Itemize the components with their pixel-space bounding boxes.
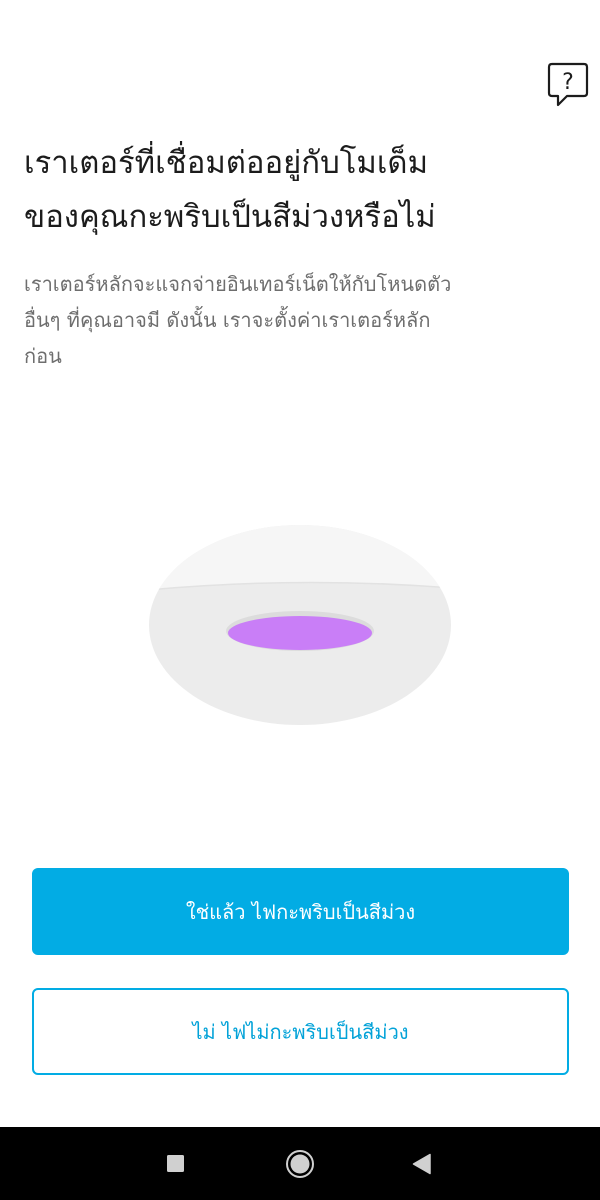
system-navigation-bar (0, 1127, 600, 1200)
yes-button-label: ใช่แล้ว ไฟกะพริบเป็นสีม่วง (185, 899, 416, 924)
circle-home-icon (286, 1149, 314, 1178)
page-title-line-2: ของคุณกะพริบเป็นสีม่วงหรือไม่ (24, 199, 436, 235)
home-button[interactable] (270, 1127, 330, 1200)
description-line-1: เราเตอร์หลักจะแจกจ่ายอินเทอร์เน็ตให้กับโ… (24, 272, 452, 296)
purple-light (228, 616, 372, 650)
triangle-back-icon (412, 1153, 431, 1174)
help-button[interactable]: ? (547, 62, 589, 108)
square-recents-icon (167, 1154, 184, 1172)
description-line-2: อื่นๆ ที่คุณอาจมี ดังนั้น เราจะตั้งค่าเร… (24, 308, 431, 332)
description-line-3: ก่อน (24, 344, 62, 368)
page-description: เราเตอร์หลักจะแจกจ่ายอินเทอร์เน็ตให้กับโ… (24, 266, 579, 374)
yes-blinking-purple-button[interactable]: ใช่แล้ว ไฟกะพริบเป็นสีม่วง (32, 868, 569, 955)
router-illustration (148, 524, 452, 726)
setup-screen: ? เราเตอร์ที่เชื่อมต่ออยู่กับโมเด็ม ของค… (0, 0, 600, 1200)
no-button-label: ไม่ ไฟไม่กะพริบเป็นสีม่วง (192, 1019, 409, 1044)
page-title: เราเตอร์ที่เชื่อมต่ออยู่กับโมเด็ม ของคุณ… (24, 136, 576, 244)
question-mark-icon: ? (547, 62, 589, 107)
recents-button[interactable] (146, 1127, 206, 1200)
router-top-highlight (149, 525, 451, 590)
page-title-line-1: เราเตอร์ที่เชื่อมต่ออยู่กับโมเด็ม (24, 145, 428, 181)
question-mark-glyph: ? (562, 70, 574, 95)
router-purple-light-icon (149, 525, 451, 725)
no-not-blinking-purple-button[interactable]: ไม่ ไฟไม่กะพริบเป็นสีม่วง (32, 988, 569, 1075)
back-button[interactable] (392, 1127, 452, 1200)
